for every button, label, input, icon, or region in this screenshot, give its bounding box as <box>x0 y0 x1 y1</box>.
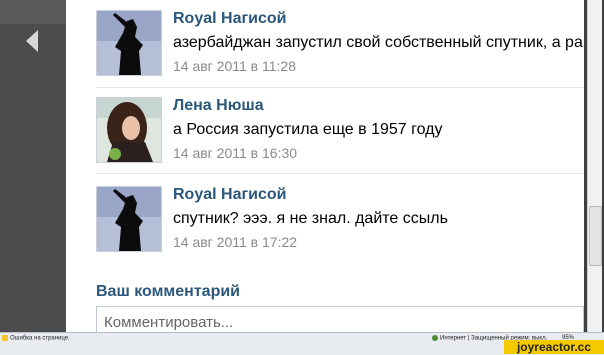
scrollbar-thumb[interactable] <box>589 206 602 266</box>
background-left-strip <box>0 0 66 332</box>
comments-panel: Royal Нагисой азербайджан запустил свой … <box>66 0 604 333</box>
comment-author-link[interactable]: Royal Нагисой <box>173 186 286 204</box>
comment-text: а Россия запустила еще в 1957 году <box>173 121 443 138</box>
scrollbar[interactable] <box>587 0 602 332</box>
globe-icon <box>432 335 438 341</box>
status-error[interactable]: Ошибка на странице. <box>2 335 70 342</box>
watermark-logo: joyreactor.cc <box>504 340 604 354</box>
comment-date-link[interactable]: 14 авг 2011 в 16:30 <box>173 145 297 161</box>
divider <box>96 87 584 88</box>
status-error-text: Ошибка на странице. <box>10 335 70 342</box>
avatar-silhouette-icon <box>97 11 161 75</box>
comment-text: спутник? эээ. я не знал. дайте ссыль <box>173 210 448 227</box>
comment-input[interactable]: Комментировать... <box>96 306 584 333</box>
your-comment-heading: Ваш комментарий <box>96 283 241 300</box>
avatar[interactable] <box>96 97 162 163</box>
comment-date-link[interactable]: 14 авг 2011 в 17:22 <box>173 234 297 250</box>
avatar[interactable] <box>96 10 162 76</box>
comment-text: азербайджан запустил свой собственный сп… <box>173 34 604 51</box>
avatar[interactable] <box>96 186 162 252</box>
comment-input-placeholder: Комментировать... <box>104 314 234 331</box>
warning-icon <box>2 335 8 341</box>
comment-author-link[interactable]: Лена Нюша <box>173 97 264 115</box>
previous-arrow-icon[interactable] <box>26 30 38 52</box>
avatar-silhouette-icon <box>97 187 161 251</box>
comment-author-link[interactable]: Royal Нагисой <box>173 10 286 28</box>
comment-date-link[interactable]: 14 авг 2011 в 11:28 <box>173 58 296 74</box>
divider <box>96 173 584 174</box>
avatar-photo-icon <box>97 98 161 162</box>
background-band <box>0 0 66 24</box>
